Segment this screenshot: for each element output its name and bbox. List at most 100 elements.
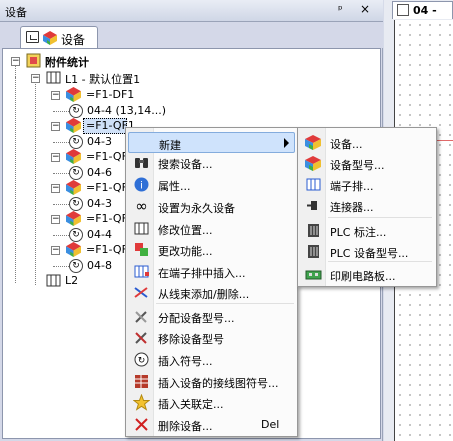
device-cube-icon <box>66 242 81 257</box>
tree-root-label: 附件统计 <box>45 56 89 69</box>
menu-item-label: 印刷电路板... <box>330 270 396 283</box>
tree-line <box>53 204 69 205</box>
submenu-item[interactable]: 端子排... <box>300 174 434 195</box>
context-menu-item[interactable]: 新建 <box>128 132 295 153</box>
tab-devices[interactable]: 设备 <box>20 26 98 48</box>
context-menu-item[interactable]: 修改位置... <box>128 218 295 239</box>
close-icon[interactable]: × <box>360 2 370 16</box>
tree-line <box>53 173 69 174</box>
binoculars-icon <box>133 154 150 171</box>
menu-item-label: PLC 设备型号... <box>330 247 409 260</box>
location-icon <box>46 71 61 84</box>
symbol-label: 04-3 <box>87 135 112 148</box>
collapse-icon[interactable]: − <box>51 246 60 255</box>
menu-item-label: 端子排... <box>330 180 374 193</box>
collapse-icon[interactable]: − <box>51 122 60 131</box>
tab-label: 设备 <box>61 33 86 47</box>
submenu-arrow-icon <box>284 138 289 148</box>
tree-location-label: L1 - 默认位置1 <box>65 73 141 86</box>
location-icon <box>133 220 150 237</box>
symbol-label: 04-4 (13,14...) <box>87 104 167 117</box>
context-menu-item[interactable]: 分配设备型号... <box>128 306 295 327</box>
tab-document[interactable]: 04 - <box>392 1 453 19</box>
location-icon <box>46 274 61 287</box>
menu-item-label: 在端子排中插入... <box>158 267 246 280</box>
connector-icon <box>305 197 322 214</box>
menu-item-label: 修改位置... <box>158 224 213 237</box>
tree-location-l1[interactable]: − L1 - 默认位置1 <box>31 70 231 87</box>
menu-item-label: 连接器... <box>330 201 374 214</box>
tree-line <box>35 81 36 285</box>
menu-item-label: 搜索设备... <box>158 158 213 171</box>
star-icon <box>132 393 151 411</box>
menu-item-label: 设备... <box>330 138 363 151</box>
symbol-icon: ↻ <box>69 135 83 149</box>
submenu-item[interactable]: 印刷电路板... <box>300 264 434 285</box>
pin-icon[interactable]: ᵖ <box>338 3 343 16</box>
stats-icon <box>26 53 41 68</box>
symbol-icon: ↻ <box>69 104 83 118</box>
tree-line <box>53 111 69 112</box>
context-menu-item[interactable]: ↻ 插入符号... <box>128 349 295 370</box>
submenu-item[interactable]: 连接器... <box>300 195 434 216</box>
wiring-icon <box>133 373 150 390</box>
infinity-icon: ∞ <box>133 197 150 215</box>
menu-item-label: 插入符号... <box>158 355 213 368</box>
harness-icon <box>133 284 150 301</box>
device-cube-icon <box>305 134 322 151</box>
menu-item-label: 插入关联定... <box>158 398 224 411</box>
submenu-item[interactable]: PLC 标注... <box>300 220 434 241</box>
context-menu-item[interactable]: 插入关联定... <box>128 392 295 413</box>
device-cube-icon <box>66 180 81 195</box>
doc-tab-label: 04 - <box>413 4 437 17</box>
submenu-item[interactable]: PLC 设备型号... <box>300 241 434 262</box>
assign-tools-icon <box>133 308 150 325</box>
collapse-icon[interactable]: − <box>11 57 20 66</box>
tree-location2-label: L2 <box>65 274 79 287</box>
collapse-icon[interactable]: − <box>51 215 60 224</box>
symbol-label: 04-4 <box>87 228 112 241</box>
context-menu-item[interactable]: ∞ 设置为永久设备 <box>128 196 295 217</box>
collapse-icon[interactable]: − <box>51 153 60 162</box>
submenu-item[interactable]: 设备型号... <box>300 153 434 174</box>
collapse-icon[interactable]: − <box>51 184 60 193</box>
device-model-icon <box>305 155 322 172</box>
svg-text:∞: ∞ <box>135 198 148 215</box>
context-menu-item[interactable]: i 属性... <box>128 174 295 195</box>
menu-item-label: PLC 标注... <box>330 226 387 239</box>
menu-item-label: 从线束添加/删除... <box>158 288 250 301</box>
tree-device-row[interactable]: − =F1-DF1 <box>51 87 221 104</box>
symbol-label: 04-8 <box>87 259 112 272</box>
device-cube-icon <box>43 31 57 45</box>
symbol-icon: ↻ <box>133 351 150 368</box>
submenu-new: 设备... 设备型号... 端子排... 连接器... PLC 标注... PL… <box>297 127 437 287</box>
context-menu-item[interactable]: 插入设备的接线图符号... <box>128 371 295 392</box>
context-menu-item[interactable]: 在端子排中插入... <box>128 261 295 282</box>
tree-line <box>15 77 16 283</box>
delete-icon <box>133 416 150 433</box>
page-icon <box>397 4 409 16</box>
svg-text:↻: ↻ <box>138 356 146 366</box>
context-menu-item[interactable]: 从线束添加/删除... <box>128 282 295 303</box>
collapse-icon[interactable]: − <box>31 74 40 83</box>
menu-item-label: 更改功能... <box>158 245 213 258</box>
context-menu-item[interactable]: 删除设备... Del <box>128 414 295 435</box>
menu-item-label: 移除设备型号 <box>158 333 224 346</box>
context-menu-item[interactable]: 移除设备型号 <box>128 327 295 348</box>
tree-line <box>53 142 69 143</box>
collapse-icon[interactable]: − <box>51 91 60 100</box>
symbol-icon: ↻ <box>69 166 83 180</box>
symbol-icon: ↻ <box>69 228 83 242</box>
tree-root[interactable]: − 附件统计 <box>11 53 211 70</box>
menu-item-label: 插入设备的接线图符号... <box>158 377 279 390</box>
menu-separator <box>328 217 432 218</box>
symbol-label: 04-3 <box>87 197 112 210</box>
device-cube-icon <box>66 118 81 133</box>
menu-item-label: 设备型号... <box>330 159 385 172</box>
symbol-icon: ↻ <box>69 197 83 211</box>
context-menu-item[interactable]: 搜索设备... <box>128 152 295 173</box>
context-menu-item[interactable]: 更改功能... <box>128 239 295 260</box>
menu-item-label: 设置为永久设备 <box>158 202 235 215</box>
shortcut-label: Del <box>261 418 280 431</box>
submenu-item[interactable]: 设备... <box>300 132 434 153</box>
